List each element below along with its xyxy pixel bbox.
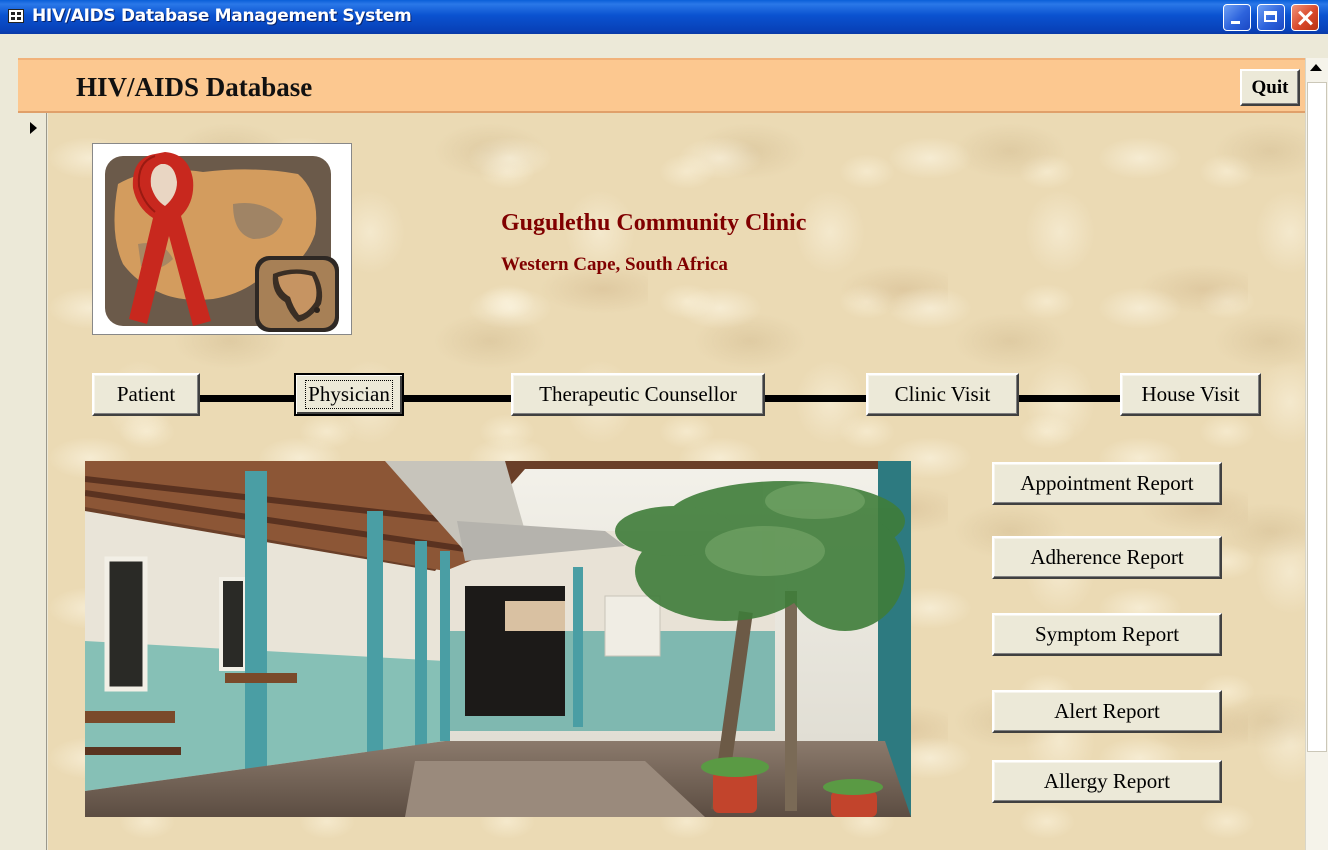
patient-button-label: Patient: [116, 382, 176, 406]
appointment-report-button[interactable]: Appointment Report: [992, 462, 1222, 505]
patient-button[interactable]: Patient: [92, 373, 200, 416]
window-title: HIV/AIDS Database Management System: [32, 6, 412, 26]
form-icon[interactable]: [8, 9, 24, 23]
house-visit-button-label: House Visit: [1141, 382, 1240, 406]
close-button[interactable]: [1291, 4, 1319, 31]
symptom-report-button[interactable]: Symptom Report: [992, 613, 1222, 656]
clinic-visit-button[interactable]: Clinic Visit: [866, 373, 1019, 416]
appointment-report-label: Appointment Report: [1020, 471, 1194, 495]
clinic-photo: [85, 461, 911, 817]
clinic-name: Gugulethu Community Clinic: [501, 210, 807, 236]
quit-button[interactable]: Quit: [1240, 69, 1300, 106]
clinic-logo: [92, 143, 352, 335]
therapeutic-counsellor-button-label: Therapeutic Counsellor: [539, 382, 737, 406]
maximize-button[interactable]: [1257, 4, 1285, 31]
adherence-report-label: Adherence Report: [1030, 545, 1184, 569]
vertical-scrollbar[interactable]: [1305, 58, 1328, 850]
allergy-report-button[interactable]: Allergy Report: [992, 760, 1222, 803]
scroll-up-icon[interactable]: [1310, 64, 1322, 71]
form-detail: Gugulethu Community Clinic Western Cape,…: [48, 113, 1305, 850]
scrollbar-thumb[interactable]: [1307, 82, 1327, 752]
record-selector[interactable]: [14, 113, 47, 850]
minimize-button[interactable]: [1223, 4, 1251, 31]
alert-report-button[interactable]: Alert Report: [992, 690, 1222, 733]
clinic-visit-button-label: Clinic Visit: [894, 382, 991, 406]
symptom-report-label: Symptom Report: [1034, 622, 1180, 646]
form-title: HIV/AIDS Database: [76, 72, 313, 102]
allergy-report-label: Allergy Report: [1043, 769, 1171, 793]
form-header: HIV/AIDS Database Quit: [18, 58, 1305, 113]
alert-report-label: Alert Report: [1054, 699, 1160, 723]
record-pointer-icon: [30, 122, 37, 134]
physician-button-label: Physician: [305, 380, 393, 409]
physician-button[interactable]: Physician: [294, 373, 404, 416]
house-visit-button[interactable]: House Visit: [1120, 373, 1261, 416]
therapeutic-counsellor-button[interactable]: Therapeutic Counsellor: [511, 373, 765, 416]
window-titlebar[interactable]: HIV/AIDS Database Management System: [0, 0, 1328, 34]
clinic-location: Western Cape, South Africa: [501, 254, 728, 275]
adherence-report-button[interactable]: Adherence Report: [992, 536, 1222, 579]
